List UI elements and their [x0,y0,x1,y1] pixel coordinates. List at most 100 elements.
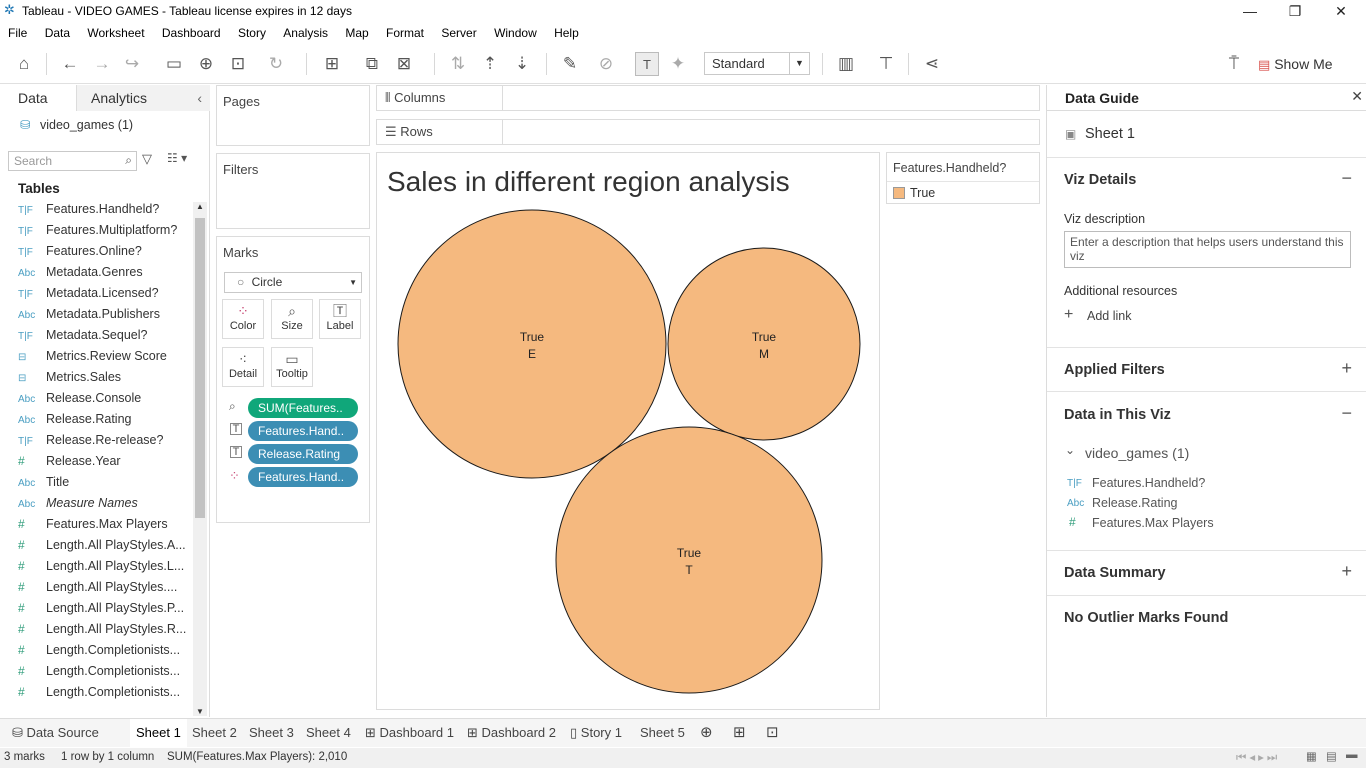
field-item[interactable]: # Length.Completionists... [18,685,188,706]
menu-format[interactable]: Format [386,23,424,40]
field-item[interactable]: # Release.Year [18,454,188,475]
show-me-button[interactable]: ▤ Show Me [1258,52,1333,76]
tab-sheet-5[interactable]: Sheet 5 [634,719,691,747]
menu-file[interactable]: File [8,23,27,40]
bubble-e-circle[interactable] [397,209,667,479]
new-worksheet-icon[interactable]: ⊕ [694,719,719,747]
pill-label-features-handheld[interactable]: Features.Hand.. [248,421,358,441]
tab-data-source[interactable]: ⛁ Data Source [6,719,105,747]
undo-icon[interactable]: ← [58,52,82,76]
scrollbar-thumb[interactable] [195,218,205,518]
pill-label-release-rating[interactable]: Release.Rating [248,444,358,464]
new-story-icon[interactable]: ⊡ [760,719,785,747]
tab-sheet-2[interactable]: Sheet 2 [186,719,243,747]
data-guide-icon[interactable]: ⍑ [1222,52,1246,76]
field-search-input[interactable]: Search ⌕ [8,151,137,171]
field-item[interactable]: # Length.Completionists... [18,643,188,664]
expand-icon[interactable]: + [1341,561,1352,582]
field-item[interactable]: Abc Metadata.Genres [18,265,188,286]
sheet-nav-icons[interactable]: ⏮◂▸⏭ [1236,750,1280,765]
field-item[interactable]: T|F Features.Multiplatform? [18,223,188,244]
pages-card[interactable]: Pages [216,85,370,146]
field-item[interactable]: T|F Metadata.Licensed? [18,286,188,307]
tab-story-1[interactable]: ▯ Story 1 [564,719,628,747]
applied-filters-header[interactable]: Applied Filters [1064,362,1165,378]
viz-details-header[interactable]: Viz Details [1064,172,1136,188]
field-item[interactable]: Abc Title [18,475,188,496]
pill-color-features-handheld[interactable]: Features.Hand.. [248,467,358,487]
filmstrip-icon[interactable]: ▤ [1326,749,1337,763]
restore-button[interactable]: ❐ [1272,0,1318,22]
new-dashboard-icon[interactable]: ⊞ [727,719,752,747]
field-list-scrollbar[interactable]: ▲ ▼ [193,202,207,716]
expand-icon[interactable]: + [1341,358,1352,379]
tab-dashboard-1[interactable]: ⊞ Dashboard 1 [359,719,460,747]
field-item[interactable]: T|F Release.Re-release? [18,433,188,454]
scroll-down-icon[interactable]: ▼ [196,707,204,716]
menu-server[interactable]: Server [441,23,476,40]
field-item[interactable]: # Length.All PlayStyles.P... [18,601,188,622]
home-icon[interactable]: ⌂ [12,52,36,76]
bubble-m-circle[interactable] [667,247,861,441]
field-item[interactable]: T|F Metadata.Sequel? [18,328,188,349]
legend-item[interactable]: True [910,186,935,200]
field-item[interactable]: Abc Measure Names [18,496,188,517]
field-item[interactable]: # Length.All PlayStyles.R... [18,622,188,643]
field-item[interactable]: ⊟ Metrics.Sales [18,370,188,391]
new-worksheet-icon[interactable]: ⊞ [320,52,344,76]
field-item[interactable]: T|F Features.Handheld? [18,202,188,223]
duplicate-sheet-icon[interactable]: ⧉ [360,52,384,76]
datasource-item[interactable]: ⛁ video_games (1) [20,117,133,132]
menu-map[interactable]: Map [345,23,368,40]
swap-icon[interactable]: ⇅ [446,52,470,76]
collapse-icon[interactable]: − [1341,168,1352,189]
label-button[interactable]: 🅃 Label [319,299,361,339]
mark-type-select[interactable]: ○ Circle ▼ [224,272,362,293]
field-item[interactable]: # Length.All PlayStyles.L... [18,559,188,580]
field-item[interactable]: Abc Release.Console [18,391,188,412]
chevron-down-icon[interactable]: ⌄ [1065,443,1075,457]
field-item[interactable]: # Length.Completionists... [18,664,188,685]
tab-sheet-4[interactable]: Sheet 4 [300,719,357,747]
menu-help[interactable]: Help [554,23,579,40]
filters-card[interactable]: Filters [216,153,370,229]
menu-dashboard[interactable]: Dashboard [162,23,221,40]
tooltip-button[interactable]: ▭ Tooltip [271,347,313,387]
filter-icon[interactable]: ▽ [142,151,152,167]
field-item[interactable]: # Length.All PlayStyles.... [18,580,188,601]
highlight-icon[interactable]: ✎ [558,52,582,76]
view-list-icon[interactable]: ☷ ▾ [167,151,187,165]
menu-analysis[interactable]: Analysis [283,23,328,40]
fix-axes-icon[interactable]: ✦ [666,52,690,76]
menu-window[interactable]: Window [494,23,537,40]
group-icon[interactable]: ⊘ [594,52,618,76]
menu-data[interactable]: Data [45,23,70,40]
bubble-m[interactable]: True M [667,247,861,441]
sort-descending-icon[interactable]: ⇣ [510,52,534,76]
rows-shelf[interactable]: ☰ Rows [376,119,1040,145]
field-item[interactable]: ⊟ Metrics.Review Score [18,349,188,370]
close-button[interactable]: ✕ [1318,0,1364,22]
bubble-t-circle[interactable] [555,426,823,694]
sheet-sorter-icon[interactable]: ▦ [1306,749,1317,763]
field-item[interactable]: Abc Metadata.Publishers [18,307,188,328]
viz-description-input[interactable]: Enter a description that helps users und… [1064,231,1351,268]
color-legend[interactable]: Features.Handheld? True [886,152,1040,204]
refresh-icon[interactable]: ↻ [264,52,288,76]
bubble-t[interactable]: True T [555,426,823,694]
show-labels-icon[interactable]: T [635,52,659,76]
close-icon[interactable]: ✕ [1351,88,1363,105]
field-item[interactable]: # Features.Max Players [18,517,188,538]
save-icon[interactable]: ▭ [162,52,186,76]
menu-worksheet[interactable]: Worksheet [87,23,144,40]
cards-icon[interactable]: ▥ [834,52,858,76]
color-button[interactable]: ⁘ Color [222,299,264,339]
collapse-icon[interactable]: ‹ [197,85,202,111]
pill-size-sum-features[interactable]: SUM(Features.. [248,398,358,418]
clear-sheet-icon[interactable]: ⊠ [392,52,416,76]
size-button[interactable]: ⌕ Size [271,299,313,339]
add-link-button[interactable]: Add link [1087,309,1131,323]
data-in-viz-header[interactable]: Data in This Viz [1064,407,1171,423]
redo-icon[interactable]: → [90,52,114,76]
bubble-e[interactable]: True E [397,209,667,479]
